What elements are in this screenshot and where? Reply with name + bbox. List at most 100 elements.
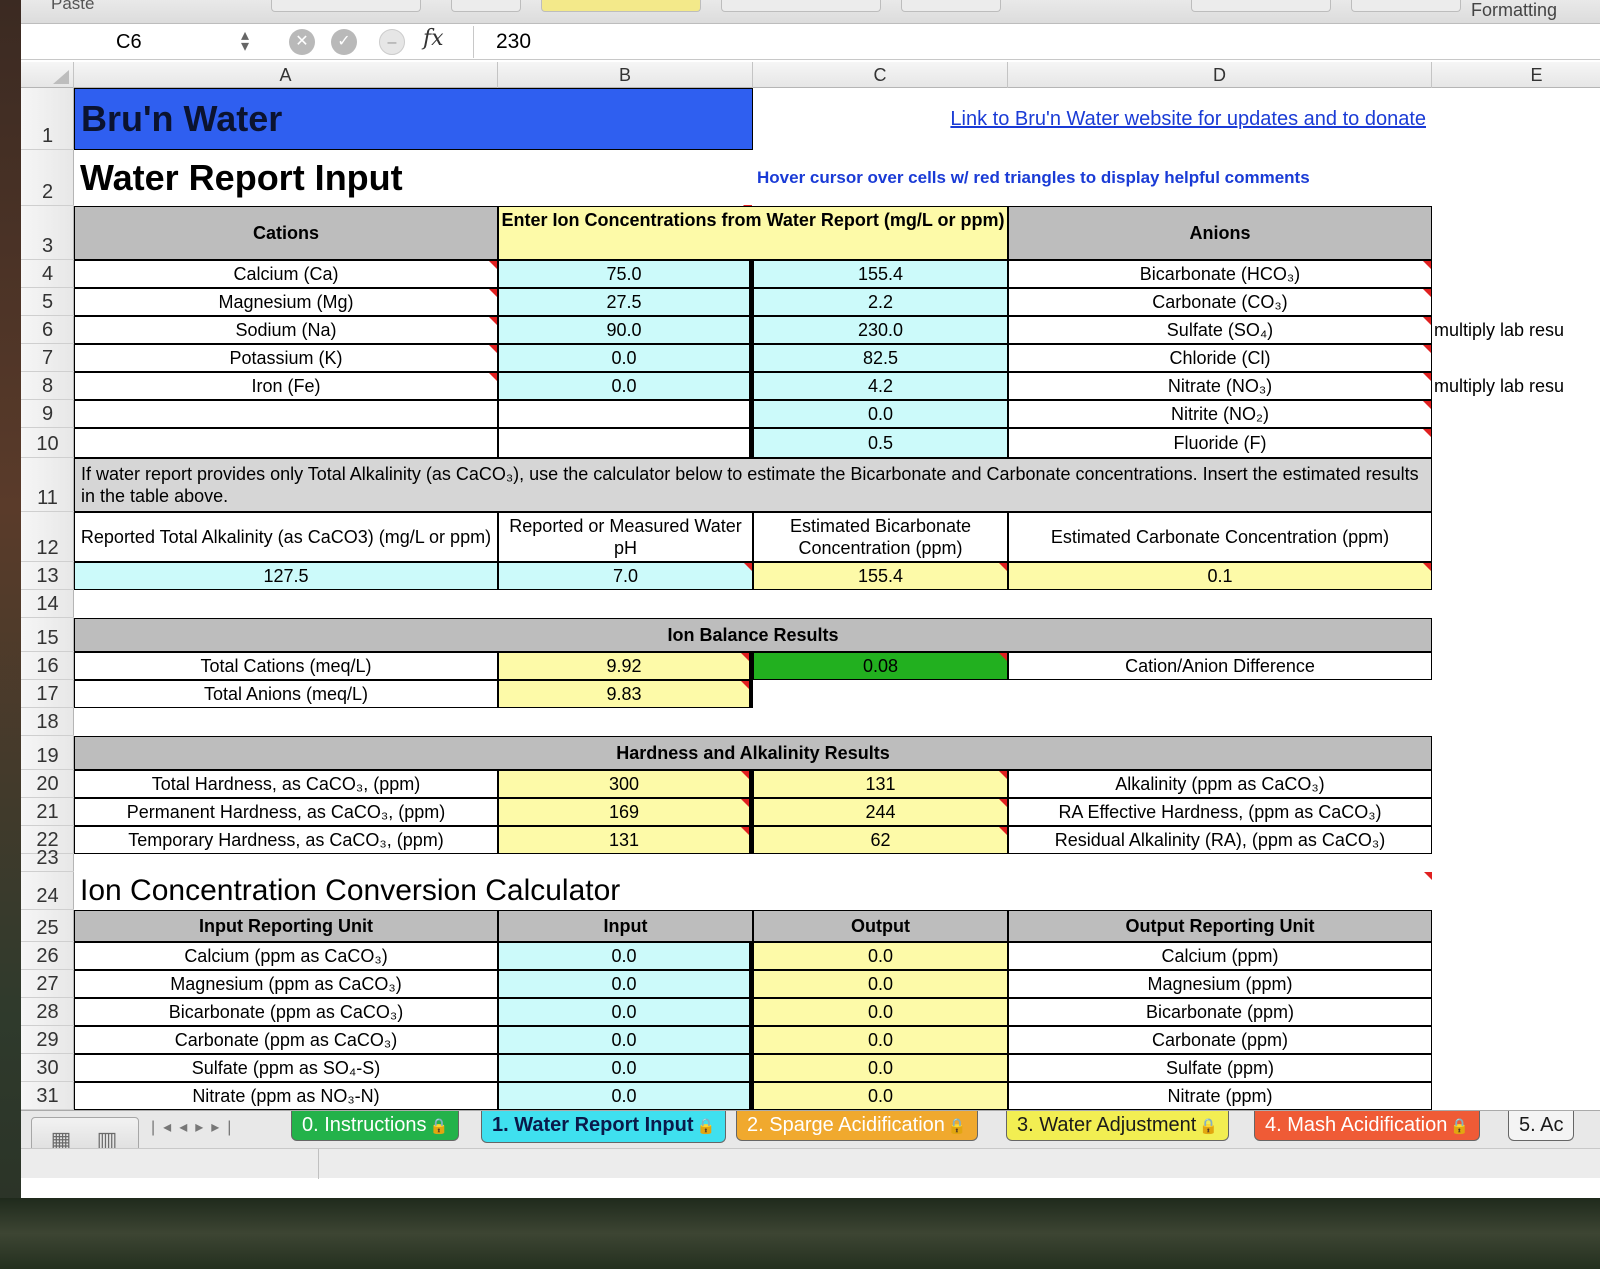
insert-function-icon[interactable]: –	[379, 29, 405, 55]
row-header-7[interactable]: 7	[21, 344, 74, 372]
row-header-17[interactable]: 17	[21, 680, 74, 708]
row-header-4[interactable]: 4	[21, 260, 74, 288]
row-header-20[interactable]: 20	[21, 770, 74, 798]
cancel-icon[interactable]: ✕	[289, 29, 315, 55]
row-header-13[interactable]: 13	[21, 562, 74, 590]
row-header-9[interactable]: 9	[21, 400, 74, 428]
converter-input[interactable]: 0.0	[498, 998, 753, 1026]
cation-input[interactable]: 90.0	[498, 316, 753, 344]
name-box[interactable]: C6	[21, 26, 266, 58]
column-header-b[interactable]: B	[498, 62, 753, 88]
cation-input[interactable]	[498, 400, 753, 428]
sheet-title[interactable]: Bru'n Water	[74, 88, 753, 150]
sheet-tab-label: 3. Water Adjustment	[1017, 1114, 1197, 1136]
anion-label: Carbonate (CO₃)	[1008, 288, 1432, 316]
conditional-formatting-button[interactable]: Formatting	[1471, 0, 1557, 21]
output-unit-label: Nitrate (ppm)	[1008, 1082, 1432, 1110]
row-header-14[interactable]: 14	[21, 590, 74, 618]
anion-input[interactable]: 155.4	[753, 260, 1008, 288]
hardness-header: Hardness and Alkalinity Results	[74, 736, 1432, 770]
row-header-18[interactable]: 18	[21, 708, 74, 736]
total-alkalinity-input[interactable]: 127.5	[74, 562, 498, 590]
formula-input[interactable]: 230	[473, 26, 1573, 58]
row-header-28[interactable]: 28	[21, 998, 74, 1026]
sheet-tab-4[interactable]: 4. Mash Acidification 🔒	[1254, 1111, 1481, 1141]
row-header-25[interactable]: 25	[21, 910, 74, 942]
converter-input[interactable]: 0.0	[498, 1082, 753, 1110]
ribbon-group	[901, 0, 1001, 12]
row-header-24[interactable]: 24	[21, 872, 74, 910]
row-header-21[interactable]: 21	[21, 798, 74, 826]
row-header-31[interactable]: 31	[21, 1082, 74, 1110]
converter-header: Output Reporting Unit	[1008, 910, 1432, 942]
worksheet-grid: Bru'n Water Link to Bru'n Water website f…	[74, 88, 1600, 1110]
row-header-6[interactable]: 6	[21, 316, 74, 344]
row-header-11[interactable]: 11	[21, 458, 74, 512]
sheet-tab-5[interactable]: 5. Ac	[1508, 1111, 1575, 1141]
converter-input[interactable]: 0.0	[498, 942, 753, 970]
row-header-12[interactable]: 12	[21, 512, 74, 562]
anion-input[interactable]: 2.2	[753, 288, 1008, 316]
sheet-tab-3[interactable]: 3. Water Adjustment 🔒	[1006, 1111, 1230, 1141]
row-header-29[interactable]: 29	[21, 1026, 74, 1054]
cation-input[interactable]: 75.0	[498, 260, 753, 288]
row-header-5[interactable]: 5	[21, 288, 74, 316]
anion-input[interactable]: 0.0	[753, 400, 1008, 428]
alkalinity-value: 244	[753, 798, 1008, 826]
alk-calc-header: Estimated Bicarbonate Concentration (ppm…	[753, 512, 1008, 562]
anion-input[interactable]: 0.5	[753, 428, 1008, 458]
output-unit-label: Magnesium (ppm)	[1008, 970, 1432, 998]
cation-input[interactable]	[498, 428, 753, 458]
sheet-tab-label: 0. Instructions	[302, 1114, 427, 1136]
paste-button[interactable]: Paste	[51, 0, 94, 14]
column-header-e[interactable]: E	[1432, 62, 1600, 88]
converter-input[interactable]: 0.0	[498, 970, 753, 998]
lab-result-note: multiply lab resu	[1434, 376, 1565, 396]
hardness-label: Total Hardness, as CaCO₃, (ppm)	[74, 770, 498, 798]
cation-input[interactable]: 0.0	[498, 344, 753, 372]
row-header-8[interactable]: 8	[21, 372, 74, 400]
converter-output: 0.0	[753, 1082, 1008, 1110]
cation-input[interactable]: 27.5	[498, 288, 753, 316]
sheet-tab-0[interactable]: 0. Instructions 🔒	[291, 1111, 460, 1141]
column-header-c[interactable]: C	[753, 62, 1008, 88]
lock-icon: 🔒	[696, 1118, 716, 1135]
ion-balance-header: Ion Balance Results	[74, 618, 1432, 652]
sheet-tab-2[interactable]: 2. Sparge Acidification 🔒	[736, 1111, 978, 1141]
anion-input[interactable]: 82.5	[753, 344, 1008, 372]
name-box-stepper-icon[interactable]: ▴ ▾	[241, 28, 249, 55]
row-header-16[interactable]: 16	[21, 652, 74, 680]
row-header-30[interactable]: 30	[21, 1054, 74, 1082]
row-header-3[interactable]: 3	[21, 206, 74, 260]
anion-input[interactable]: 230.0	[753, 316, 1008, 344]
cation-anion-difference-value: 0.08	[753, 652, 1008, 680]
alkalinity-label: RA Effective Hardness, (ppm as CaCO₃)	[1008, 798, 1432, 826]
column-header-d[interactable]: D	[1008, 62, 1432, 88]
converter-header: Output	[753, 910, 1008, 942]
row-header-19[interactable]: 19	[21, 736, 74, 770]
column-headers: A B C D E	[21, 62, 1600, 88]
confirm-icon[interactable]: ✓	[331, 29, 357, 55]
converter-input[interactable]: 0.0	[498, 1054, 753, 1082]
converter-input[interactable]: 0.0	[498, 1026, 753, 1054]
anion-label: Nitrite (NO₂)	[1008, 400, 1432, 428]
cation-label	[74, 400, 498, 428]
water-ph-input[interactable]: 7.0	[498, 562, 753, 590]
anion-input[interactable]: 4.2	[753, 372, 1008, 400]
fx-icon[interactable]: fx	[423, 26, 444, 51]
row-header-1[interactable]: 1	[21, 88, 74, 150]
sheet-navigation-icons[interactable]: |◂◂▸▸|	[151, 1117, 239, 1137]
column-header-a[interactable]: A	[74, 62, 498, 88]
row-header-27[interactable]: 27	[21, 970, 74, 998]
row-header-15[interactable]: 15	[21, 618, 74, 652]
row-header-26[interactable]: 26	[21, 942, 74, 970]
row-header-10[interactable]: 10	[21, 428, 74, 458]
cation-input[interactable]: 0.0	[498, 372, 753, 400]
website-link[interactable]: Link to Bru'n Water website for updates …	[753, 88, 1432, 150]
sheet-tab-1[interactable]: 1. Water Report Input 🔒	[481, 1111, 727, 1143]
fill-color-button[interactable]	[541, 0, 701, 12]
row-header-23[interactable]: 23	[21, 847, 74, 872]
row-header-2[interactable]: 2	[21, 150, 74, 206]
select-all-corner[interactable]	[21, 62, 74, 88]
hardness-value: 131	[498, 826, 753, 854]
